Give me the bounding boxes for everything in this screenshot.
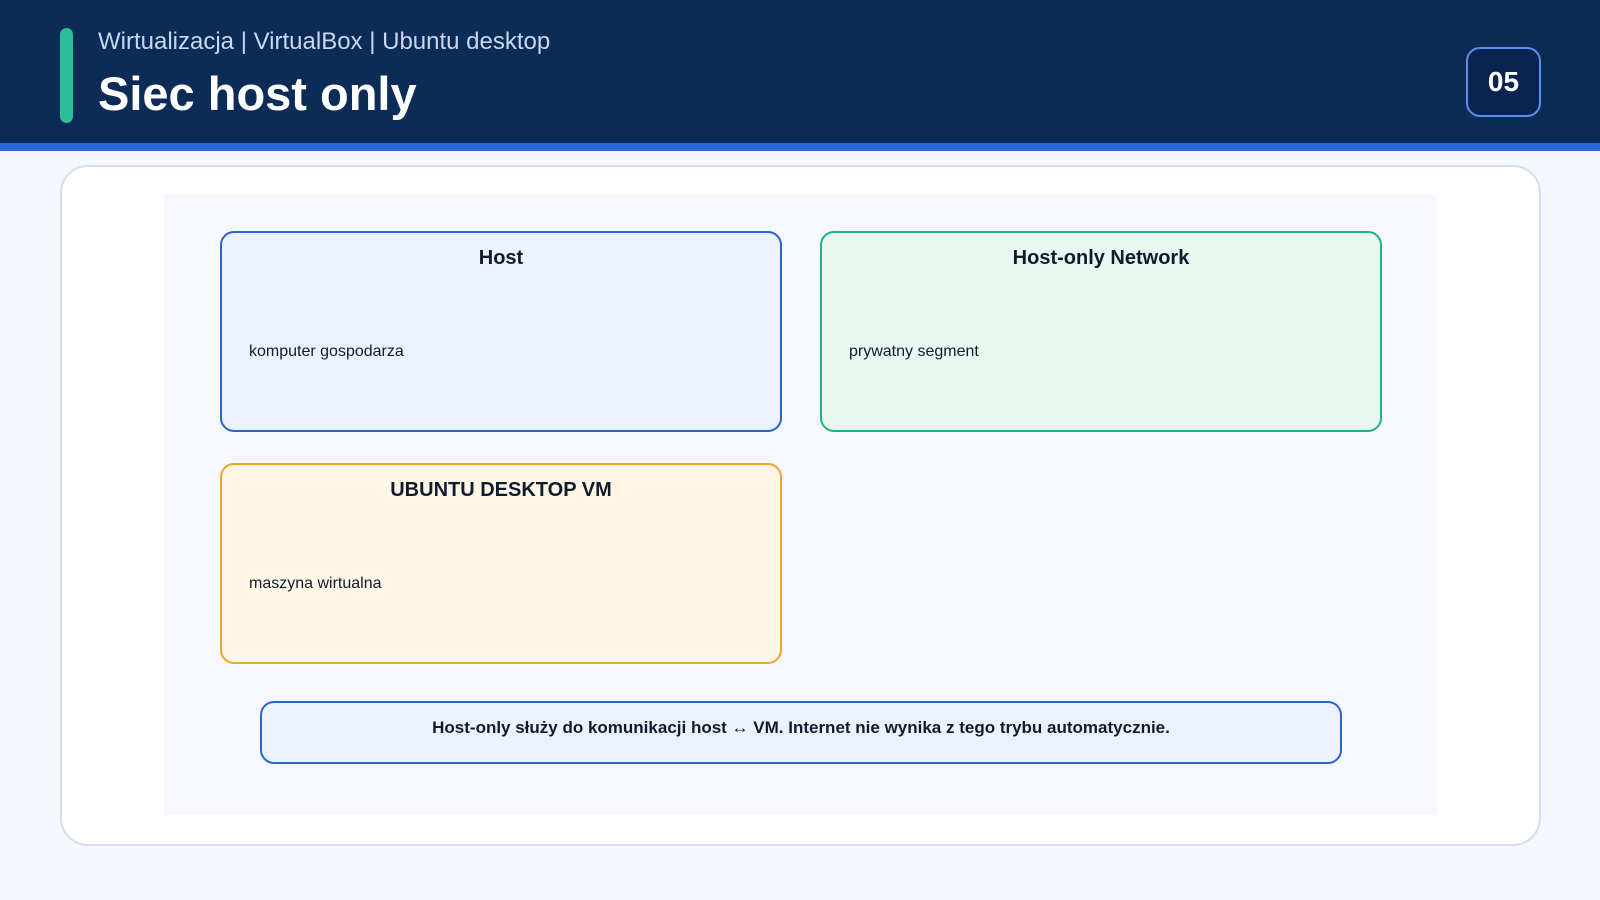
accent-bar bbox=[60, 28, 73, 123]
page-number-badge: 05 bbox=[1466, 47, 1541, 117]
host-node: Host komputer gospodarza bbox=[220, 231, 782, 432]
vm-node-description: maszyna wirtualna bbox=[249, 575, 382, 592]
host-node-description: komputer gospodarza bbox=[249, 343, 404, 360]
info-note-text: Host-only służy do komunikacji host ↔ VM… bbox=[432, 717, 1170, 737]
network-node-description: prywatny segment bbox=[849, 343, 979, 360]
ubuntu-vm-node: UBUNTU DESKTOP VM maszyna wirtualna bbox=[220, 463, 782, 664]
header-stripe bbox=[0, 143, 1600, 151]
host-only-network-node: Host-only Network prywatny segment bbox=[820, 231, 1382, 432]
slide-subtitle: Wirtualizacja | VirtualBox | Ubuntu desk… bbox=[98, 28, 551, 55]
info-note: Host-only służy do komunikacji host ↔ VM… bbox=[260, 701, 1342, 764]
slide-title: Siec host only bbox=[98, 67, 417, 120]
vm-node-title: UBUNTU DESKTOP VM bbox=[390, 479, 612, 501]
network-node-title: Host-only Network bbox=[1012, 247, 1190, 269]
host-node-title: Host bbox=[478, 247, 524, 269]
